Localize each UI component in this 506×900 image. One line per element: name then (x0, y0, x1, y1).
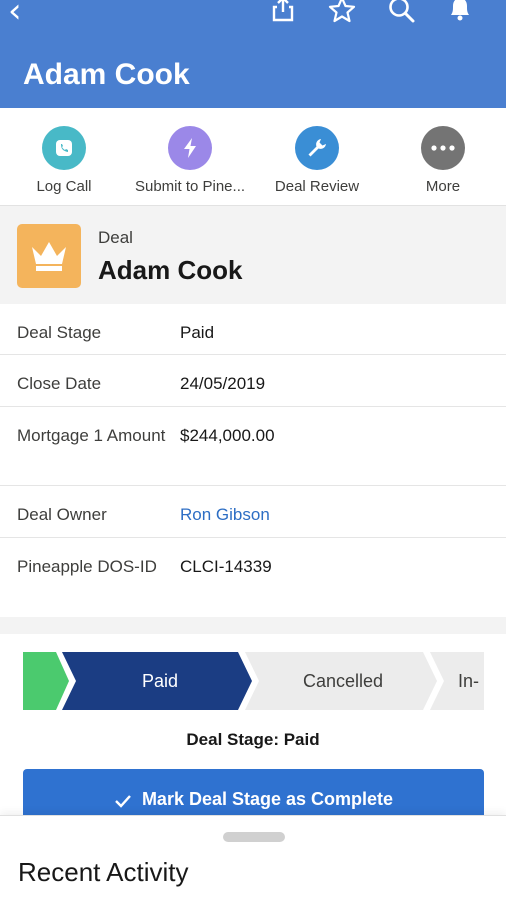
path-stage-label: Paid (142, 671, 178, 691)
current-stage-label: Deal Stage: Paid (186, 730, 320, 749)
field-label: Deal Stage (17, 323, 102, 342)
field-row: Pineapple DOS-ID CLCI-14339 (0, 538, 506, 617)
share-icon[interactable] (270, 0, 296, 27)
lightning-icon (168, 126, 212, 170)
field-value: 24/05/2019 (180, 374, 266, 393)
field-row: Deal Owner Ron Gibson (0, 486, 506, 538)
field-label: Mortgage 1 Amount (17, 426, 166, 445)
sheet-grabber[interactable] (223, 832, 285, 842)
bell-icon[interactable] (446, 0, 474, 27)
page-title: Adam Cook (23, 58, 190, 91)
recent-activity-sheet[interactable]: Recent Activity (0, 815, 506, 900)
submit-to-pineapple-button[interactable]: Submit to Pine... (127, 126, 253, 195)
deal-review-button[interactable]: Deal Review (254, 126, 380, 195)
field-value: $244,000.00 (180, 426, 275, 445)
field-value: Paid (180, 323, 215, 342)
field-label: Deal Owner (17, 505, 107, 524)
deal-owner-link[interactable]: Ron Gibson (180, 500, 270, 529)
recent-activity-title: Recent Activity (18, 857, 189, 887)
path-stage-complete[interactable] (23, 652, 69, 710)
star-icon[interactable] (328, 0, 356, 28)
search-icon[interactable] (388, 0, 416, 29)
field-value: CLCI-14339 (180, 557, 272, 576)
stage-path: Paid Cancelled In- (23, 652, 484, 710)
path-stage-label: Cancelled (303, 671, 383, 691)
back-icon[interactable]: ‹ (8, 0, 22, 28)
field-row: Deal Stage Paid (0, 304, 506, 355)
field-list: Deal Stage Paid Close Date 24/05/2019 Mo… (0, 304, 506, 617)
check-icon (115, 795, 131, 808)
field-row: Mortgage 1 Amount $244,000.00 (0, 407, 506, 486)
record-type: Deal (98, 228, 133, 247)
more-icon (421, 126, 465, 170)
record-header: Deal Adam Cook (0, 206, 506, 304)
nav-header: ‹ Adam Cook (0, 0, 506, 108)
record-name: Adam Cook (98, 255, 243, 285)
quick-actions-bar: Log Call Submit to Pine... Deal Review M… (0, 108, 506, 206)
more-button[interactable]: More (380, 126, 506, 195)
field-label: Pineapple DOS-ID (17, 557, 157, 576)
field-row: Close Date 24/05/2019 (0, 355, 506, 407)
path-stage-label: In- (458, 671, 479, 691)
log-call-button[interactable]: Log Call (1, 126, 127, 195)
wrench-icon (295, 126, 339, 170)
phone-icon (42, 126, 86, 170)
crown-icon (17, 224, 81, 288)
field-label: Close Date (17, 374, 102, 393)
